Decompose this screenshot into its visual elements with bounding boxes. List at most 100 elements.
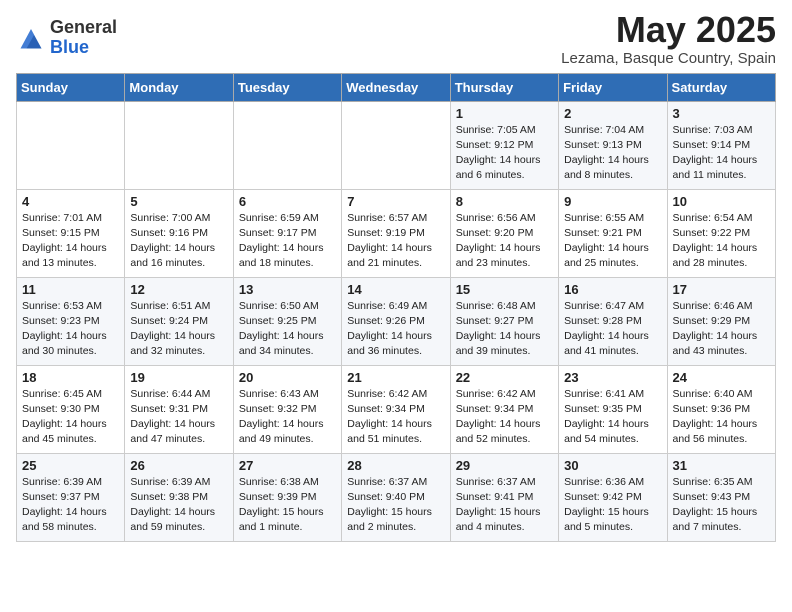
calendar-cell: 26 Sunrise: 6:39 AM Sunset: 9:38 PM Dayli… [125,453,233,541]
day-info: Sunrise: 7:03 AM Sunset: 9:14 PM Dayligh… [673,123,770,184]
logo-blue: Blue [50,38,117,58]
day-info: Sunrise: 6:48 AM Sunset: 9:27 PM Dayligh… [456,299,553,360]
calendar-cell: 17 Sunrise: 6:46 AM Sunset: 9:29 PM Dayli… [667,277,775,365]
day-number: 2 [564,106,661,121]
calendar-cell: 13Sunrise: 6:50 AM Sunset: 9:25 PM Dayli… [233,277,341,365]
page-header: General Blue May 2025 Lezama, Basque Cou… [16,10,776,67]
day-info: Sunrise: 6:37 AM Sunset: 9:40 PM Dayligh… [347,475,444,536]
calendar-header-row: SundayMondayTuesdayWednesdayThursdayFrid… [17,73,776,101]
day-info: Sunrise: 6:39 AM Sunset: 9:38 PM Dayligh… [130,475,227,536]
day-info: Sunrise: 6:50 AM Sunset: 9:25 PM Dayligh… [239,299,336,360]
title-location: Lezama, Basque Country, Spain [561,50,776,67]
day-number: 17 [673,282,770,297]
day-info: Sunrise: 6:57 AM Sunset: 9:19 PM Dayligh… [347,211,444,272]
day-number: 27 [239,458,336,473]
day-info: Sunrise: 6:47 AM Sunset: 9:28 PM Dayligh… [564,299,661,360]
header-tuesday: Tuesday [233,73,341,101]
day-number: 23 [564,370,661,385]
day-info: Sunrise: 6:44 AM Sunset: 9:31 PM Dayligh… [130,387,227,448]
day-info: Sunrise: 6:40 AM Sunset: 9:36 PM Dayligh… [673,387,770,448]
day-number: 24 [673,370,770,385]
day-info: Sunrise: 7:00 AM Sunset: 9:16 PM Dayligh… [130,211,227,272]
calendar-cell: 4 Sunrise: 7:01 AM Sunset: 9:15 PM Daylig… [17,189,125,277]
day-number: 7 [347,194,444,209]
day-number: 5 [130,194,227,209]
calendar-cell: 29Sunrise: 6:37 AM Sunset: 9:41 PM Dayli… [450,453,558,541]
day-number: 19 [130,370,227,385]
day-info: Sunrise: 6:45 AM Sunset: 9:30 PM Dayligh… [22,387,119,448]
calendar-cell: 14 Sunrise: 6:49 AM Sunset: 9:26 PM Dayli… [342,277,450,365]
calendar-cell: 8 Sunrise: 6:56 AM Sunset: 9:20 PM Daylig… [450,189,558,277]
day-number: 14 [347,282,444,297]
day-number: 22 [456,370,553,385]
day-number: 29 [456,458,553,473]
calendar-week-3: 11Sunrise: 6:53 AM Sunset: 9:23 PM Dayli… [17,277,776,365]
calendar-cell: 12Sunrise: 6:51 AM Sunset: 9:24 PM Dayli… [125,277,233,365]
calendar-cell: 28 Sunrise: 6:37 AM Sunset: 9:40 PM Dayli… [342,453,450,541]
logo-text: General Blue [50,18,117,58]
day-info: Sunrise: 6:59 AM Sunset: 9:17 PM Dayligh… [239,211,336,272]
day-info: Sunrise: 6:49 AM Sunset: 9:26 PM Dayligh… [347,299,444,360]
calendar-cell: 11Sunrise: 6:53 AM Sunset: 9:23 PM Dayli… [17,277,125,365]
header-wednesday: Wednesday [342,73,450,101]
calendar-cell: 10 Sunrise: 6:54 AM Sunset: 9:22 PM Dayli… [667,189,775,277]
calendar-cell: 21 Sunrise: 6:42 AM Sunset: 9:34 PM Dayli… [342,365,450,453]
calendar-cell: 25 Sunrise: 6:39 AM Sunset: 9:37 PM Dayli… [17,453,125,541]
day-info: Sunrise: 6:35 AM Sunset: 9:43 PM Dayligh… [673,475,770,536]
day-info: Sunrise: 6:54 AM Sunset: 9:22 PM Dayligh… [673,211,770,272]
calendar-week-5: 25 Sunrise: 6:39 AM Sunset: 9:37 PM Dayli… [17,453,776,541]
day-number: 12 [130,282,227,297]
header-sunday: Sunday [17,73,125,101]
calendar-cell: 15 Sunrise: 6:48 AM Sunset: 9:27 PM Dayli… [450,277,558,365]
day-number: 21 [347,370,444,385]
calendar-cell: 2 Sunrise: 7:04 AM Sunset: 9:13 PM Daylig… [559,101,667,189]
day-number: 3 [673,106,770,121]
calendar-cell: 1Sunrise: 7:05 AM Sunset: 9:12 PM Daylig… [450,101,558,189]
day-info: Sunrise: 6:39 AM Sunset: 9:37 PM Dayligh… [22,475,119,536]
day-info: Sunrise: 6:42 AM Sunset: 9:34 PM Dayligh… [456,387,553,448]
day-number: 25 [22,458,119,473]
day-number: 4 [22,194,119,209]
day-info: Sunrise: 7:01 AM Sunset: 9:15 PM Dayligh… [22,211,119,272]
day-info: Sunrise: 6:56 AM Sunset: 9:20 PM Dayligh… [456,211,553,272]
calendar-cell: 24 Sunrise: 6:40 AM Sunset: 9:36 PM Dayli… [667,365,775,453]
logo-general: General [50,18,117,38]
day-info: Sunrise: 6:43 AM Sunset: 9:32 PM Dayligh… [239,387,336,448]
header-monday: Monday [125,73,233,101]
calendar-week-2: 4 Sunrise: 7:01 AM Sunset: 9:15 PM Daylig… [17,189,776,277]
day-number: 8 [456,194,553,209]
day-info: Sunrise: 6:46 AM Sunset: 9:29 PM Dayligh… [673,299,770,360]
day-number: 20 [239,370,336,385]
calendar-week-4: 18Sunrise: 6:45 AM Sunset: 9:30 PM Dayli… [17,365,776,453]
day-number: 26 [130,458,227,473]
calendar-cell [17,101,125,189]
calendar-cell: 27 Sunrise: 6:38 AM Sunset: 9:39 PM Dayli… [233,453,341,541]
calendar-cell: 23 Sunrise: 6:41 AM Sunset: 9:35 PM Dayli… [559,365,667,453]
day-number: 31 [673,458,770,473]
day-info: Sunrise: 6:38 AM Sunset: 9:39 PM Dayligh… [239,475,336,536]
day-number: 10 [673,194,770,209]
calendar-cell: 3 Sunrise: 7:03 AM Sunset: 9:14 PM Daylig… [667,101,775,189]
title-month: May 2025 [561,10,776,50]
calendar-cell: 19 Sunrise: 6:44 AM Sunset: 9:31 PM Dayli… [125,365,233,453]
day-info: Sunrise: 6:41 AM Sunset: 9:35 PM Dayligh… [564,387,661,448]
calendar-cell: 18Sunrise: 6:45 AM Sunset: 9:30 PM Dayli… [17,365,125,453]
calendar-cell: 6 Sunrise: 6:59 AM Sunset: 9:17 PM Daylig… [233,189,341,277]
title-block: May 2025 Lezama, Basque Country, Spain [561,10,776,67]
day-info: Sunrise: 7:04 AM Sunset: 9:13 PM Dayligh… [564,123,661,184]
logo: General Blue [16,18,117,58]
day-number: 6 [239,194,336,209]
day-info: Sunrise: 6:42 AM Sunset: 9:34 PM Dayligh… [347,387,444,448]
day-number: 9 [564,194,661,209]
calendar-cell: 7 Sunrise: 6:57 AM Sunset: 9:19 PM Daylig… [342,189,450,277]
calendar-cell: 30Sunrise: 6:36 AM Sunset: 9:42 PM Dayli… [559,453,667,541]
day-number: 15 [456,282,553,297]
calendar-cell [342,101,450,189]
calendar-cell: 16Sunrise: 6:47 AM Sunset: 9:28 PM Dayli… [559,277,667,365]
header-friday: Friday [559,73,667,101]
day-number: 28 [347,458,444,473]
calendar-cell: 31 Sunrise: 6:35 AM Sunset: 9:43 PM Dayli… [667,453,775,541]
header-saturday: Saturday [667,73,775,101]
day-info: Sunrise: 7:05 AM Sunset: 9:12 PM Dayligh… [456,123,553,184]
calendar-week-1: 1Sunrise: 7:05 AM Sunset: 9:12 PM Daylig… [17,101,776,189]
